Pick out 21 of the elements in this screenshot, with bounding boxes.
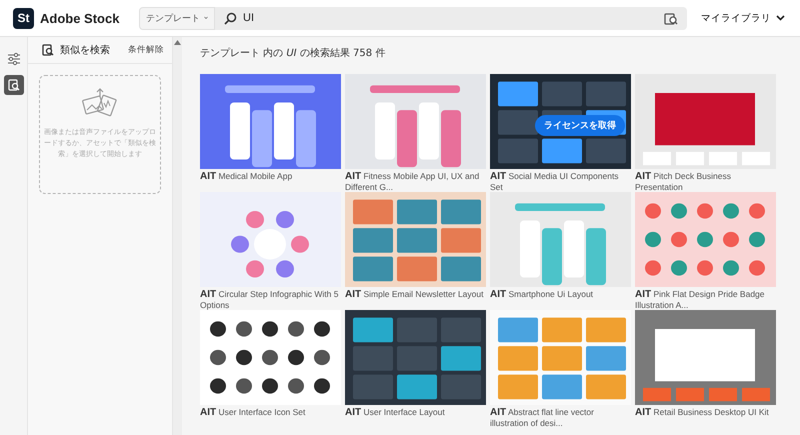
- license-button[interactable]: ライセンスを取得: [535, 115, 625, 136]
- asset-title[interactable]: AIT Pitch Deck Business Presentation: [635, 171, 776, 192]
- asset-title[interactable]: AIT User Interface Layout: [345, 407, 486, 418]
- asset-title[interactable]: AIT Abstract flat line vector illustration of desi...: [490, 407, 631, 428]
- asset-title[interactable]: AIT Simple Email Newsletter Layout: [345, 289, 486, 300]
- asset-title[interactable]: AIT Smartphone Ui Layout: [490, 289, 631, 300]
- asset-title[interactable]: AIT Retail Business Desktop UI Kit: [635, 407, 776, 418]
- asset-title[interactable]: AIT User Interface Icon Set: [200, 407, 341, 418]
- brand-name[interactable]: Adobe Stock: [40, 10, 124, 26]
- asset-title[interactable]: AIT Medical Mobile App: [200, 171, 341, 182]
- search-field[interactable]: UI: [215, 6, 687, 30]
- results-heading: テンプレート 内の UI の検索結果 758 件: [200, 46, 386, 61]
- library-menu[interactable]: マイライブラリ: [701, 12, 785, 24]
- panel-title: 類似を検索: [60, 44, 111, 57]
- category-dropdown[interactable]: テンプレート: [139, 6, 215, 30]
- clear-filters-button[interactable]: 条件解除: [128, 44, 164, 56]
- asset-title[interactable]: AIT Circular Step Infographic With 5 Options: [200, 289, 341, 310]
- logo-icon[interactable]: St: [13, 8, 34, 28]
- asset-title[interactable]: AIT Social Media UI Components Set: [490, 171, 631, 192]
- asset-title[interactable]: AIT Fitness Mobile App UI, UX and Different G...: [345, 171, 486, 192]
- asset-title[interactable]: AIT Pink Flat Design Pride Badge Illustration A...: [635, 289, 776, 310]
